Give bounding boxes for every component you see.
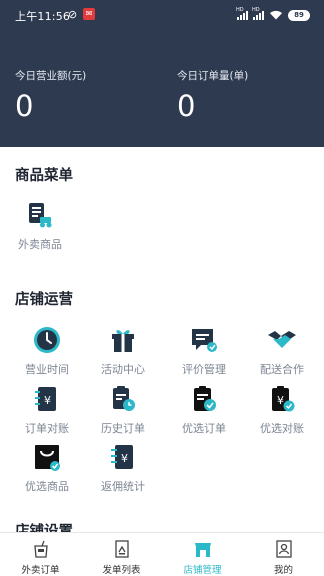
app-notification-icon: ✉: [83, 8, 95, 20]
handshake-icon: [268, 331, 296, 348]
svg-text:¥: ¥: [121, 452, 128, 465]
clock-icon: [34, 327, 60, 353]
grid-item-label: 优选对账: [260, 422, 304, 435]
nav-store-management[interactable]: 店铺管理: [162, 533, 243, 576]
grid-item-label: 优选商品: [25, 480, 69, 493]
nav-profile[interactable]: 我的: [243, 533, 324, 576]
battery-icon: 89: [288, 9, 310, 21]
svg-text:¥: ¥: [277, 394, 284, 407]
grid-item-order-reconcile[interactable]: ¥ 订单对账: [12, 384, 82, 436]
grid-item-label: 返佣统计: [101, 480, 145, 493]
nav-dispatch-list[interactable]: 发单列表: [81, 533, 162, 576]
nav-label: 发单列表: [102, 565, 141, 576]
takeout-goods-icon: [29, 203, 52, 228]
today-orders-label: 今日订单量(单): [177, 70, 249, 82]
wifi-icon: [270, 10, 282, 20]
today-revenue-label: 今日营业额(元): [15, 70, 87, 82]
status-bar: 上午11:56 ⊘ ✉ HD HD 89: [0, 0, 324, 30]
dispatch-list-icon: [114, 540, 129, 558]
section-title-menu: 商品菜单: [15, 168, 73, 184]
today-orders-stat[interactable]: 今日订单量(单) 0: [177, 68, 248, 123]
profile-icon: [275, 540, 292, 558]
svg-text:¥: ¥: [44, 394, 51, 407]
today-revenue-value: 0: [15, 89, 34, 123]
today-revenue-stat[interactable]: 今日营业额(元) 0: [15, 68, 86, 123]
grid-item-takeout-goods[interactable]: 外卖商品: [5, 200, 75, 252]
grid-item-preferred-reconcile[interactable]: ¥ 优选对账: [247, 384, 317, 436]
review-icon: [192, 329, 217, 352]
grid-item-label: 营业时间: [25, 363, 69, 376]
grid-item-label: 优选订单: [182, 422, 226, 435]
grid-item-rebate-stats[interactable]: ¥ 返佣统计: [88, 442, 158, 494]
grid-item-review-management[interactable]: 评价管理: [169, 325, 239, 377]
store-icon: [194, 543, 211, 557]
today-orders-value: 0: [177, 89, 196, 123]
section-title-operations: 店铺运营: [15, 292, 73, 308]
nav-label: 外卖订单: [21, 565, 60, 576]
grid-item-delivery-cooperation[interactable]: 配送合作: [247, 325, 317, 377]
order-reconcile-icon: ¥: [35, 387, 56, 411]
grid-item-label: 历史订单: [101, 422, 145, 435]
grid-item-activity-center[interactable]: 活动中心: [88, 325, 158, 377]
bottom-nav: 外卖订单 发单列表 店铺管理 我的: [0, 532, 324, 576]
signal-icon: HD: [236, 7, 248, 20]
history-order-icon: [113, 386, 135, 411]
mute-icon: ⊘: [68, 8, 78, 21]
preferred-goods-icon: [35, 445, 60, 471]
status-indicators: HD HD 89: [236, 7, 310, 21]
preferred-reconcile-icon: ¥: [272, 386, 295, 412]
grid-item-preferred-goods[interactable]: 优选商品: [12, 442, 82, 494]
gift-icon: [112, 330, 134, 352]
nav-label: 店铺管理: [183, 565, 222, 576]
grid-item-business-hours[interactable]: 营业时间: [12, 325, 82, 377]
signal-icon: HD: [252, 7, 264, 20]
rebate-stats-icon: ¥: [111, 445, 133, 469]
nav-takeout-orders[interactable]: 外卖订单: [0, 533, 81, 576]
takeout-order-icon: [33, 540, 48, 558]
nav-label: 我的: [273, 565, 293, 576]
grid-item-history-orders[interactable]: 历史订单: [88, 384, 158, 436]
status-time: 上午11:56: [15, 10, 71, 23]
grid-item-preferred-orders[interactable]: 优选订单: [169, 384, 239, 436]
header-panel: 上午11:56 ⊘ ✉ HD HD 89 今日营业额(元) 0 今日订单量(单)…: [0, 0, 324, 147]
grid-item-label: 订单对账: [25, 422, 69, 435]
grid-item-label: 配送合作: [260, 363, 304, 376]
preferred-order-icon: [194, 386, 216, 411]
grid-item-label: 评价管理: [182, 363, 226, 376]
grid-item-label: 外卖商品: [18, 238, 62, 251]
grid-item-label: 活动中心: [101, 363, 145, 376]
